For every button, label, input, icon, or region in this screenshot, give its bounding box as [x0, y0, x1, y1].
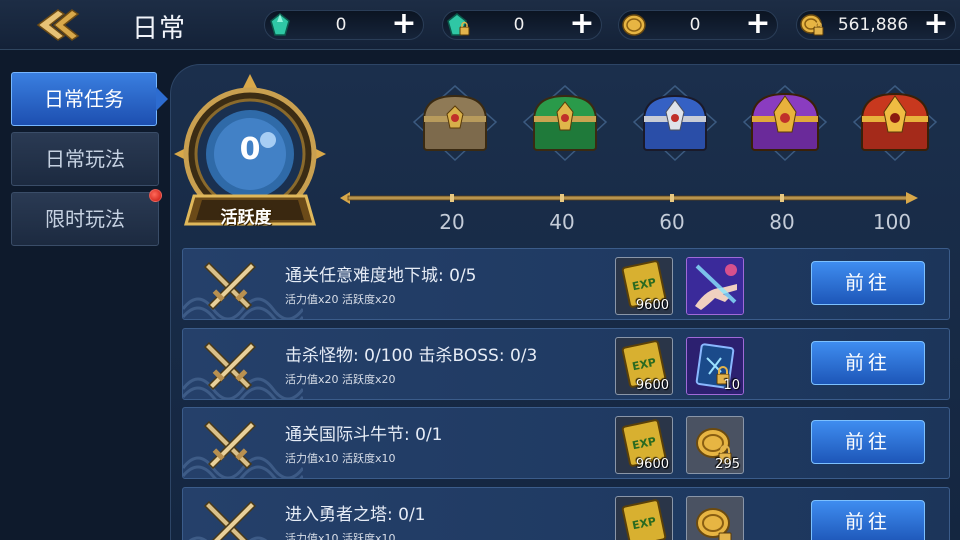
menu-item-daily-tasks[interactable]: 日常任务: [11, 72, 168, 126]
go-button[interactable]: 前往: [811, 500, 925, 540]
go-button[interactable]: 前往: [811, 341, 925, 385]
task-name: 进入勇者之塔: 0/1: [285, 505, 426, 525]
reward-count: 295: [715, 457, 740, 472]
activity-label: 活跃度: [220, 208, 272, 228]
menu-item-limited-gameplay[interactable]: 限时玩法: [11, 189, 162, 246]
locked-green-gem-icon: [445, 12, 471, 38]
milestone-label: 80: [769, 210, 795, 234]
crossed-swords-icon: [199, 496, 261, 540]
notification-dot-icon: [149, 189, 162, 202]
reward-count: 10: [723, 378, 740, 393]
task-reward-text: 活力值x20 活跃度x20: [285, 373, 396, 386]
locked-gold-coin-icon: [696, 508, 732, 540]
add-currency-button[interactable]: +: [745, 9, 771, 39]
currency-value: 0: [335, 15, 347, 35]
green-chest-icon[interactable]: [520, 82, 610, 164]
currency-gold-coin: 0 +: [618, 9, 778, 40]
task-reward-text: 活力值x10 活跃度x10: [285, 452, 396, 465]
red-chest-icon[interactable]: [850, 82, 940, 164]
milestone-label: 20: [439, 210, 465, 234]
exp-book-icon: EXP: [621, 499, 667, 540]
currency-green-gem: 0 +: [264, 9, 424, 40]
menu-item-label: 限时玩法: [45, 207, 125, 231]
page-title: 日常: [132, 14, 187, 44]
task-reward-text: 活力值x20 活跃度x20: [285, 293, 396, 306]
purple-chest-icon[interactable]: [740, 82, 830, 164]
go-button[interactable]: 前往: [811, 261, 925, 305]
crossed-swords-icon: [199, 337, 261, 393]
top-bar: 日常 0 + 0 + 0 + 561,886 +: [0, 0, 960, 50]
side-menu: 日常任务 日常玩法 限时玩法: [11, 72, 168, 252]
reward-slot[interactable]: EXP 9600: [615, 257, 673, 315]
bronze-chest-icon[interactable]: [410, 82, 500, 164]
menu-item-label: 日常任务: [44, 87, 124, 111]
reward-count: 9600: [635, 298, 669, 313]
gold-coin-icon: [621, 12, 647, 38]
activity-value: 0: [239, 132, 261, 167]
add-currency-button[interactable]: +: [923, 9, 949, 39]
task-row: 进入勇者之塔: 0/1 活力值x10 活跃度x10 EXP 前往: [182, 487, 950, 540]
currency-locked-gold-coin: 561,886 +: [796, 9, 956, 40]
skill-hand-icon: [687, 258, 743, 314]
task-row: 击杀怪物: 0/100 击杀BOSS: 0/3 活力值x20 活跃度x20 EX…: [182, 328, 950, 400]
currency-locked-green-gem: 0 +: [442, 9, 602, 40]
reward-count: 9600: [635, 457, 669, 472]
reward-slot[interactable]: 295: [686, 416, 744, 474]
menu-item-label: 日常玩法: [45, 147, 125, 171]
currency-value: 561,886: [837, 15, 909, 35]
reward-slot[interactable]: [686, 496, 744, 540]
reward-slot[interactable]: EXP 9600: [615, 416, 673, 474]
activity-progress-track: [340, 190, 920, 204]
active-pointer-icon: [156, 87, 168, 111]
task-name: 通关国际斗牛节: 0/1: [285, 425, 443, 445]
reward-slot[interactable]: 10: [686, 337, 744, 395]
add-currency-button[interactable]: +: [391, 9, 417, 39]
milestone-label: 60: [659, 210, 685, 234]
locked-gold-coin-icon: [799, 12, 825, 38]
task-name: 击杀怪物: 0/100 击杀BOSS: 0/3: [285, 346, 538, 366]
milestone-label: 40: [549, 210, 575, 234]
crossed-swords-icon: [199, 416, 261, 472]
milestone-label: 100: [872, 210, 912, 234]
go-button[interactable]: 前往: [811, 420, 925, 464]
reward-slot[interactable]: [686, 257, 744, 315]
currency-value: 0: [689, 15, 701, 35]
blue-chest-icon[interactable]: [630, 82, 720, 164]
back-arrow-icon[interactable]: [28, 6, 84, 44]
reward-slot[interactable]: EXP 9600: [615, 337, 673, 395]
task-row: 通关任意难度地下城: 0/5 活力值x20 活跃度x20 EXP 9600 前往: [182, 248, 950, 320]
task-name: 通关任意难度地下城: 0/5: [285, 266, 477, 286]
task-reward-text: 活力值x10 活跃度x10: [285, 532, 396, 540]
reward-count: 9600: [635, 378, 669, 393]
currency-value: 0: [513, 15, 525, 35]
crossed-swords-icon: [199, 257, 261, 313]
reward-slot[interactable]: EXP: [615, 496, 673, 540]
add-currency-button[interactable]: +: [569, 9, 595, 39]
menu-item-daily-gameplay[interactable]: 日常玩法: [11, 132, 159, 186]
task-row: 通关国际斗牛节: 0/1 活力值x10 活跃度x10 EXP 9600 295 …: [182, 407, 950, 479]
green-gem-icon: [267, 12, 293, 38]
